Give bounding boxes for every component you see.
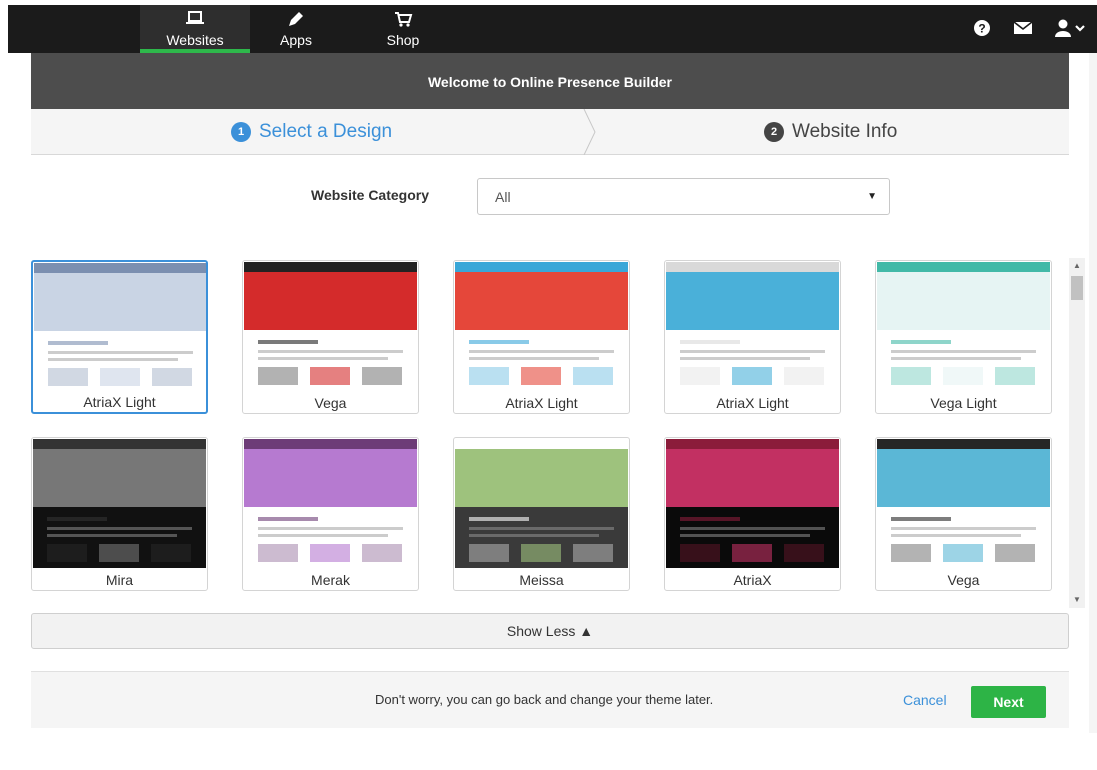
template-thumbnail <box>34 263 206 392</box>
banner-title: Welcome to Online Presence Builder <box>31 53 1069 109</box>
template-thumbnail <box>877 262 1050 391</box>
chevron-divider-icon <box>583 109 596 155</box>
mail-icon[interactable] <box>1013 20 1033 41</box>
step-indicator: 1 Select a Design 2 Website Info <box>31 109 1069 155</box>
show-less-button[interactable]: Show Less ▲ <box>31 613 1069 649</box>
template-card[interactable]: AtriaX Light <box>31 260 208 414</box>
page-scrollbar[interactable] <box>1089 53 1097 733</box>
dropdown-arrow-icon: ▼ <box>867 191 877 202</box>
scroll-down-icon[interactable]: ▼ <box>1069 592 1085 608</box>
template-card[interactable]: Mira <box>31 437 208 591</box>
template-name: Merak <box>311 572 350 588</box>
template-thumbnail <box>33 439 206 568</box>
grid-scrollbar[interactable]: ▲ ▼ <box>1069 258 1085 608</box>
tab-label: Shop <box>386 32 420 48</box>
template-thumbnail <box>455 439 628 568</box>
category-label: Website Category <box>311 187 429 203</box>
cart-icon <box>373 9 433 33</box>
wizard-footer: Don't worry, you can go back and change … <box>31 671 1069 728</box>
category-select[interactable]: All ▼ <box>477 178 890 215</box>
template-card[interactable]: Merak <box>242 437 419 591</box>
template-name: AtriaX <box>733 572 772 588</box>
footer-message: Don't worry, you can go back and change … <box>375 692 714 707</box>
template-card[interactable]: Vega <box>875 437 1052 591</box>
tab-shop[interactable]: Shop <box>373 5 433 53</box>
step-website-info[interactable]: 2 Website Info <box>764 109 897 155</box>
step-number: 2 <box>764 122 784 142</box>
template-name: AtriaX Light <box>83 394 156 410</box>
step-label: Website Info <box>792 121 898 142</box>
scroll-up-icon[interactable]: ▲ <box>1069 258 1085 274</box>
template-name: Mira <box>105 572 134 588</box>
tab-websites[interactable]: Websites <box>140 5 250 53</box>
template-card[interactable]: AtriaX Light <box>453 260 630 414</box>
template-name: Vega <box>947 572 980 588</box>
template-thumbnail <box>666 439 839 568</box>
pencil-icon <box>266 9 326 33</box>
category-value: All <box>495 189 511 205</box>
builder-panel: Welcome to Online Presence Builder 1 Sele… <box>31 53 1069 733</box>
scroll-thumb[interactable] <box>1071 276 1083 300</box>
template-name: Meissa <box>519 572 564 588</box>
user-icon[interactable] <box>1055 19 1085 42</box>
svg-text:?: ? <box>978 22 985 36</box>
template-name: Vega Light <box>930 395 997 411</box>
template-name: Vega <box>314 395 347 411</box>
template-name: AtriaX Light <box>716 395 789 411</box>
step-select-design[interactable]: 1 Select a Design <box>231 109 392 155</box>
template-card[interactable]: Meissa <box>453 437 630 591</box>
template-card[interactable]: AtriaX <box>664 437 841 591</box>
tab-label: Apps <box>280 32 312 48</box>
template-thumbnail <box>877 439 1050 568</box>
tab-apps[interactable]: Apps <box>266 5 326 53</box>
template-thumbnail <box>244 439 417 568</box>
top-nav: Websites Apps Shop ? <box>8 5 1097 53</box>
template-card[interactable]: Vega <box>242 260 419 414</box>
help-icon[interactable]: ? <box>973 19 991 42</box>
template-thumbnail <box>455 262 628 391</box>
tab-label: Websites <box>166 32 224 48</box>
template-name: AtriaX Light <box>505 395 578 411</box>
laptop-icon <box>140 9 250 33</box>
template-grid: AtriaX Light Vega AtriaX Light AtriaX Light… <box>31 260 1061 600</box>
step-label: Select a Design <box>259 121 393 142</box>
template-card[interactable]: Vega Light <box>875 260 1052 414</box>
template-thumbnail <box>666 262 839 391</box>
cancel-button[interactable]: Cancel <box>903 692 947 708</box>
next-button[interactable]: Next <box>971 686 1046 718</box>
template-thumbnail <box>244 262 417 391</box>
template-card[interactable]: AtriaX Light <box>664 260 841 414</box>
step-number: 1 <box>231 122 251 142</box>
